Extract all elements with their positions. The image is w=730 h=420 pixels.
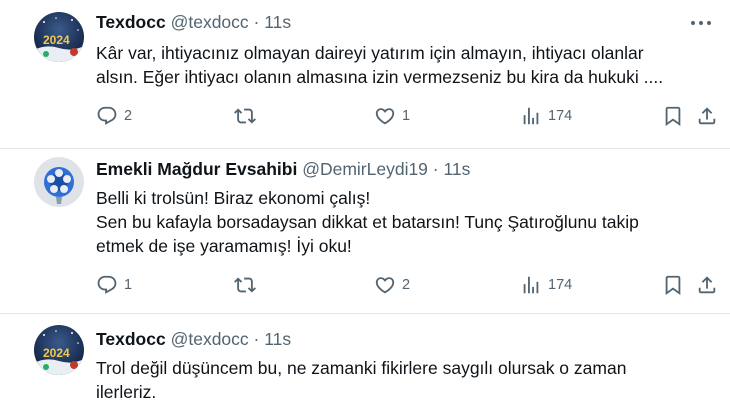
analytics-icon — [523, 107, 539, 125]
retweet-icon — [234, 108, 256, 124]
avatar-2024-icon: 2024 — [34, 325, 84, 375]
author-name[interactable]: Emekli Mağdur Evsahibi — [96, 159, 297, 179]
tweet[interactable]: 2024 Texdocc @texdocc · 11s Trol değil d… — [0, 313, 730, 420]
reply-count: 1 — [124, 277, 133, 293]
heart-icon — [375, 277, 395, 294]
tweet-text-line: Sen bu kafayla borsadaysan dikkat et bat… — [96, 212, 639, 232]
more-options-icon[interactable] — [688, 12, 714, 34]
tweet-text: Kâr var, ihtiyacınız olmayan daireyi yat… — [96, 41, 696, 89]
tweet-text-line: etmek de işe yaramamış! İyi oku! — [96, 236, 352, 256]
tweet-text-line: Trol değil düşüncem bu, ne zamanki fikir… — [96, 358, 627, 378]
bookmark-button[interactable] — [662, 103, 684, 129]
separator-dot: · — [253, 12, 260, 32]
retweet-button[interactable] — [234, 272, 262, 298]
avatar-2024-icon: 2024 — [34, 12, 84, 62]
views-count: 174 — [548, 108, 573, 124]
like-button[interactable]: 2 — [374, 272, 410, 298]
reply-button[interactable]: 2 — [96, 103, 132, 129]
svg-text:2024: 2024 — [43, 33, 70, 47]
reply-count: 2 — [124, 108, 133, 124]
views-count: 174 — [548, 277, 573, 293]
tweet-header: Emekli Mağdur Evsahibi @DemirLeydi19 · 1… — [96, 158, 470, 180]
author-name[interactable]: Texdocc — [96, 329, 166, 349]
action-bar: 2 1 174 — [96, 103, 726, 129]
views-button[interactable]: 174 — [520, 272, 572, 298]
tweet-text: Belli ki trolsün! Biraz ekonomi çalış! S… — [96, 186, 696, 258]
reply-icon — [97, 275, 117, 294]
timestamp[interactable]: 11s — [264, 329, 291, 349]
tweet[interactable]: 2024 Texdocc @texdocc · 11s Kâr var, iht… — [0, 0, 730, 148]
tweet-text: Trol değil düşüncem bu, ne zamanki fikir… — [96, 356, 696, 404]
timestamp[interactable]: 11s — [264, 12, 291, 32]
tweet[interactable]: Emekli Mağdur Evsahibi @DemirLeydi19 · 1… — [0, 148, 730, 313]
author-name[interactable]: Texdocc — [96, 12, 166, 32]
tweet-header: Texdocc @texdocc · 11s — [96, 11, 291, 33]
like-count: 1 — [402, 108, 411, 124]
author-handle[interactable]: @texdocc — [171, 12, 249, 32]
retweet-icon — [234, 277, 256, 293]
author-handle[interactable]: @DemirLeydi19 — [302, 159, 428, 179]
svg-text:2024: 2024 — [43, 346, 70, 360]
tweet-text-line: Belli ki trolsün! Biraz ekonomi çalış! — [96, 188, 371, 208]
author-handle[interactable]: @texdocc — [171, 329, 249, 349]
avatar[interactable]: 2024 — [34, 325, 84, 375]
tweet-text-line: Kâr var, ihtiyacınız olmayan daireyi yat… — [96, 43, 644, 63]
reply-button[interactable]: 1 — [96, 272, 132, 298]
timestamp[interactable]: 11s — [444, 159, 471, 179]
share-button[interactable] — [696, 272, 718, 298]
views-button[interactable]: 174 — [520, 103, 572, 129]
avatar[interactable]: 2024 — [34, 12, 84, 62]
avatar-blue-flower-icon — [34, 157, 84, 207]
bookmark-button[interactable] — [662, 272, 684, 298]
separator-dot: · — [432, 159, 439, 179]
analytics-icon — [523, 276, 539, 294]
like-button[interactable]: 1 — [374, 103, 410, 129]
share-icon — [698, 107, 716, 125]
tweet-text-line: ilerleriz. — [96, 382, 157, 402]
tweet-text-line: alsın. Eğer ihtiyacı olanın almasına izi… — [96, 67, 664, 87]
avatar[interactable] — [34, 157, 84, 207]
like-count: 2 — [402, 277, 411, 293]
share-icon — [698, 276, 716, 294]
tweet-feed: 2024 Texdocc @texdocc · 11s Kâr var, iht… — [0, 0, 730, 420]
bookmark-icon — [665, 275, 681, 296]
retweet-button[interactable] — [234, 103, 262, 129]
heart-icon — [375, 108, 395, 125]
share-button[interactable] — [696, 103, 718, 129]
bookmark-icon — [665, 106, 681, 127]
action-bar: 1 2 174 — [96, 272, 726, 298]
reply-icon — [97, 106, 117, 125]
separator-dot: · — [253, 329, 260, 349]
tweet-header: Texdocc @texdocc · 11s — [96, 328, 291, 350]
